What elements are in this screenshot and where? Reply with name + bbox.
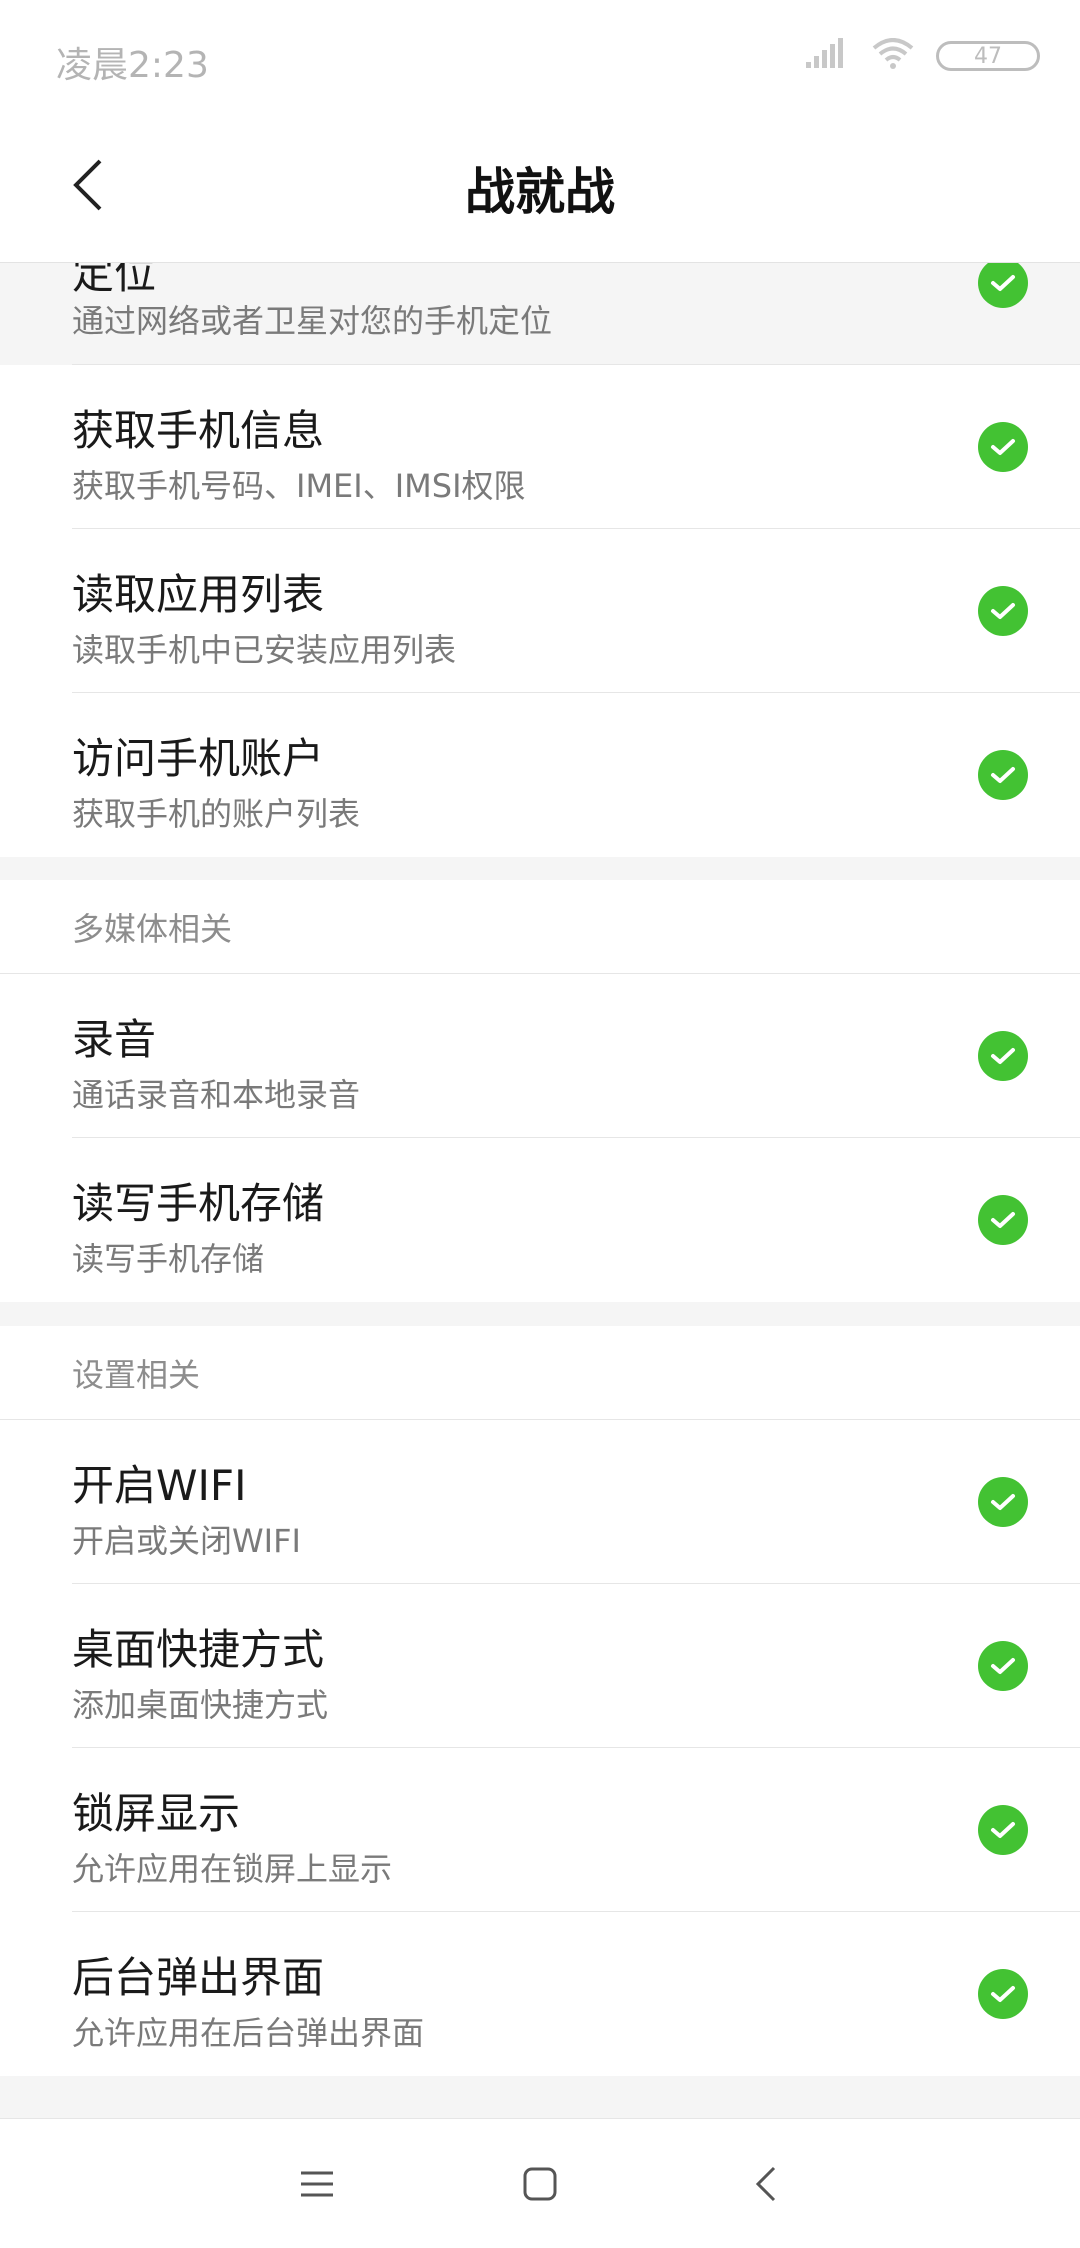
status-icons: 47 (806, 38, 1040, 74)
section-header: 设置相关 (0, 1326, 1080, 1420)
battery-icon: 47 (936, 41, 1040, 71)
check-icon[interactable] (978, 422, 1028, 472)
check-icon[interactable] (978, 1195, 1028, 1245)
menu-icon (301, 2171, 333, 2197)
back-icon (755, 2166, 776, 2202)
check-icon[interactable] (978, 586, 1028, 636)
section-settings: 设置相关 开启WIFI 开启或关闭WIFI 桌面快捷方式 添加桌面快捷方式 锁屏… (0, 1326, 1080, 2076)
app-screen: 凌晨2:23 47 战就战 定位 通过网络或者卫星对您的手机定位 获取手机信息 … (0, 0, 1080, 2248)
item-title: 锁屏显示 (72, 1789, 241, 1838)
wifi-icon (872, 38, 914, 74)
section-basic: 获取手机信息 获取手机号码、IMEI、IMSI权限 读取应用列表 读取手机中已安… (0, 365, 1080, 857)
check-icon[interactable] (978, 262, 1028, 308)
item-title: 开启WIFI (72, 1461, 247, 1510)
section-multimedia: 多媒体相关 录音 通话录音和本地录音 读写手机存储 读写手机存储 (0, 880, 1080, 1302)
status-time: 凌晨2:23 (56, 45, 209, 86)
permission-item-phone-info[interactable]: 获取手机信息 获取手机号码、IMEI、IMSI权限 (72, 365, 1080, 529)
item-subtitle: 添加桌面快捷方式 (72, 1686, 329, 1724)
battery-level: 47 (974, 43, 1002, 69)
item-subtitle: 开启或关闭WIFI (72, 1522, 301, 1560)
home-icon (523, 2167, 557, 2201)
check-icon[interactable] (978, 1477, 1028, 1527)
item-title: 后台弹出界面 (72, 1953, 325, 2002)
item-title: 读取应用列表 (72, 570, 325, 619)
permission-item-record[interactable]: 录音 通话录音和本地录音 (72, 974, 1080, 1138)
item-title: 桌面快捷方式 (72, 1625, 325, 1674)
item-title: 获取手机信息 (72, 406, 325, 455)
check-icon[interactable] (978, 750, 1028, 800)
item-title: 访问手机账户 (72, 734, 325, 783)
check-icon[interactable] (978, 1031, 1028, 1081)
permission-item-lockscreen[interactable]: 锁屏显示 允许应用在锁屏上显示 (72, 1748, 1080, 1912)
permission-item-storage[interactable]: 读写手机存储 读写手机存储 (72, 1138, 1080, 1302)
permission-item-location[interactable]: 定位 通过网络或者卫星对您的手机定位 (72, 262, 1080, 365)
nav-back-button[interactable] (730, 2149, 800, 2219)
section-header: 多媒体相关 (0, 880, 1080, 974)
signal-icon (806, 38, 850, 74)
check-icon[interactable] (978, 1641, 1028, 1691)
check-icon[interactable] (978, 1805, 1028, 1855)
item-subtitle: 读写手机存储 (72, 1240, 265, 1278)
item-title: 读写手机存储 (72, 1179, 325, 1228)
top-bar: 凌晨2:23 47 战就战 (0, 0, 1080, 263)
system-nav-bar (0, 2118, 1080, 2248)
item-subtitle: 允许应用在后台弹出界面 (72, 2014, 425, 2052)
item-subtitle: 通过网络或者卫星对您的手机定位 (72, 302, 553, 340)
item-subtitle: 获取手机的账户列表 (72, 795, 361, 833)
permission-item-app-list[interactable]: 读取应用列表 读取手机中已安装应用列表 (72, 529, 1080, 693)
item-subtitle: 允许应用在锁屏上显示 (72, 1850, 393, 1888)
item-subtitle: 读取手机中已安装应用列表 (72, 631, 457, 669)
menu-button[interactable] (282, 2149, 352, 2219)
permission-item-shortcut[interactable]: 桌面快捷方式 添加桌面快捷方式 (72, 1584, 1080, 1748)
permission-item-wifi[interactable]: 开启WIFI 开启或关闭WIFI (72, 1420, 1080, 1584)
home-button[interactable] (505, 2149, 575, 2219)
item-subtitle: 获取手机号码、IMEI、IMSI权限 (72, 467, 526, 505)
item-title: 录音 (72, 1015, 157, 1064)
permission-item-background-popup[interactable]: 后台弹出界面 允许应用在后台弹出界面 (72, 1912, 1080, 2076)
item-subtitle: 通话录音和本地录音 (72, 1076, 361, 1114)
check-icon[interactable] (978, 1969, 1028, 2019)
page-title: 战就战 (465, 163, 615, 221)
permission-item-accounts[interactable]: 访问手机账户 获取手机的账户列表 (72, 693, 1080, 857)
